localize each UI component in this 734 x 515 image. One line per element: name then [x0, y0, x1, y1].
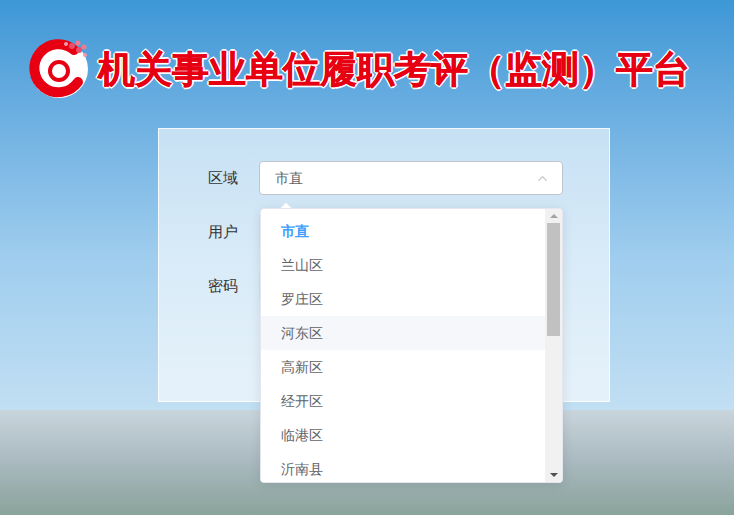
page-title: 机关事业单位履职考评（监测）平台 — [98, 51, 690, 88]
logo-icon — [28, 38, 90, 100]
option-list: 市直兰山区罗庄区河东区高新区经开区临港区沂南县 — [261, 209, 545, 482]
region-select[interactable]: 市直 — [259, 161, 563, 195]
option-item[interactable]: 临港区 — [261, 418, 545, 452]
field-label: 用户 — [208, 221, 259, 244]
option-item[interactable]: 罗庄区 — [261, 282, 545, 316]
option-item[interactable]: 市直 — [261, 214, 545, 248]
login-page: 机关事业单位履职考评（监测）平台区域市直市直兰山区罗庄区河东区高新区经开区临港区… — [0, 0, 734, 515]
login-panel: 区域市直市直兰山区罗庄区河东区高新区经开区临港区沂南县用户密码 — [158, 128, 610, 402]
field-label: 密码 — [208, 275, 259, 298]
dropdown-menu: 市直兰山区罗庄区河东区高新区经开区临港区沂南县 — [260, 208, 563, 483]
chevron-up-icon — [535, 171, 550, 186]
option-item[interactable]: 经开区 — [261, 384, 545, 418]
scrollbar[interactable] — [545, 209, 562, 482]
header: 机关事业单位履职考评（监测）平台 — [0, 0, 734, 100]
option-item[interactable]: 高新区 — [261, 350, 545, 384]
field-label: 区域 — [208, 167, 259, 190]
scroll-up-icon[interactable] — [545, 209, 562, 223]
option-item[interactable]: 沂南县 — [261, 452, 545, 482]
option-item[interactable]: 河东区 — [261, 316, 545, 350]
scroll-down-icon[interactable] — [545, 468, 562, 482]
option-item[interactable]: 兰山区 — [261, 248, 545, 282]
scrollbar-thumb[interactable] — [547, 223, 560, 336]
form-row: 区域市直市直兰山区罗庄区河东区高新区经开区临港区沂南县 — [208, 161, 609, 195]
